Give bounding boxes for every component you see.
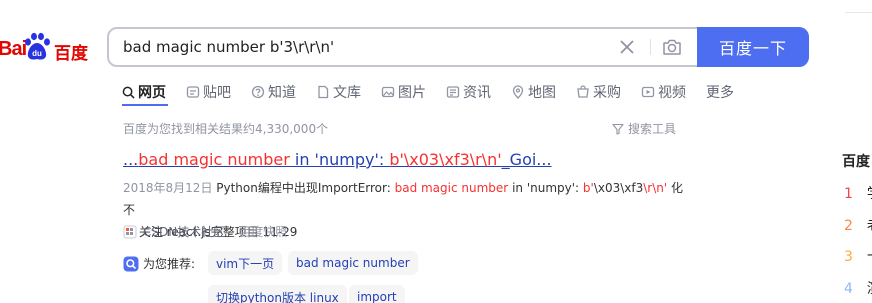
logo-cn-text: 百度 <box>54 44 88 64</box>
title-mid: in 'numpy': <box>289 150 390 169</box>
top-divider <box>845 12 872 13</box>
tab-label: 采购 <box>593 85 621 101</box>
cart-icon <box>577 85 589 98</box>
recommend-text: 为您推荐: <box>143 257 196 271</box>
snapshot-link[interactable]: 百度快照 <box>239 223 287 240</box>
tab-images[interactable]: 图片 <box>381 80 426 104</box>
tab-label: 资讯 <box>463 85 491 101</box>
baidu-logo[interactable]: Bai du 百度 <box>0 30 96 66</box>
image-icon <box>381 86 395 98</box>
recommend-label: 为您推荐: <box>123 255 195 272</box>
tab-webpage[interactable]: 网页 <box>122 80 166 104</box>
tab-more[interactable]: 更多 <box>706 80 734 104</box>
hot-text: 老 <box>867 218 872 234</box>
abstract-highlight: \r\n' <box>643 181 668 195</box>
tab-tieba[interactable]: 贴吧 <box>186 80 231 104</box>
tab-video[interactable]: 视频 <box>641 80 686 104</box>
tab-label: 网页 <box>138 85 166 101</box>
tab-label: 更多 <box>706 85 734 101</box>
recommend-chip[interactable]: 切换python版本 linux <box>208 285 347 303</box>
baidu-results-page: Bai du 百度 百度一下 网页 贴吧 <box>0 0 872 303</box>
search-tabs: 网页 贴吧 知道 文库 图片 资讯 地图 采购 视频 更多 <box>122 80 754 104</box>
tools-label: 搜索工具 <box>628 122 677 136</box>
abstract-text: in 'numpy': <box>508 181 583 195</box>
search-icon <box>122 86 135 99</box>
video-icon <box>641 86 655 98</box>
hot-rank: 4 <box>844 281 853 297</box>
search-tools-button[interactable]: 搜索工具 <box>612 120 676 137</box>
abstract-line-1: 2018年8月12日 Python编程中出现ImportError: bad m… <box>123 177 683 221</box>
document-icon <box>318 85 329 99</box>
tieba-icon <box>186 86 200 98</box>
search-button[interactable]: 百度一下 <box>697 27 809 67</box>
paw-text: du <box>32 49 42 58</box>
paw-icon: du <box>25 32 50 60</box>
tab-purchase[interactable]: 采购 <box>576 80 621 104</box>
news-icon <box>446 86 460 98</box>
result-date: 2018年8月12日 <box>123 181 213 195</box>
hot-list-item[interactable]: 1学 <box>844 183 872 203</box>
hot-rank: 3 <box>844 249 853 265</box>
tab-label: 地图 <box>528 85 556 101</box>
title-suffix: _Goi... <box>501 150 552 169</box>
abstract-text: Python编程中出现ImportError: <box>212 181 395 195</box>
hot-list-item[interactable]: 3十 <box>844 246 872 266</box>
tab-news[interactable]: 资讯 <box>446 80 491 104</box>
tab-label: 文库 <box>333 85 361 101</box>
abstract-highlight: b' <box>582 181 594 195</box>
hot-list-item[interactable]: 2老 <box>844 215 872 235</box>
tab-label: 贴吧 <box>203 85 231 101</box>
camera-icon[interactable] <box>662 38 682 56</box>
question-icon <box>251 85 265 99</box>
hot-text: 学 <box>867 186 872 202</box>
title-highlight: b'\x03\xf3\r\n' <box>389 150 502 169</box>
hot-list-item[interactable]: 4演 <box>844 278 872 298</box>
tab-zhidao[interactable]: 知道 <box>251 80 296 104</box>
search-input[interactable] <box>123 38 593 56</box>
source-name[interactable]: CSDN技术社区 <box>143 223 225 240</box>
result-source: CSDN技术社区 百度快照 <box>123 223 287 240</box>
close-icon[interactable] <box>618 38 636 56</box>
title-prefix: ... <box>123 150 139 169</box>
active-tab-indicator <box>122 104 168 106</box>
recommend-chip[interactable]: bad magic number <box>288 251 418 275</box>
hot-list-title: 百度 <box>842 154 870 170</box>
title-highlight: bad magic number <box>138 150 290 169</box>
result-title-link[interactable]: ...bad magic number in 'numpy': b'\x03\x… <box>123 150 552 169</box>
hot-rank: 2 <box>844 218 853 234</box>
abstract-highlight: bad magic number <box>394 181 509 195</box>
recommend-chip[interactable]: import <box>349 285 405 303</box>
recommend-chip[interactable]: vim下一页 <box>208 251 283 275</box>
csdn-favicon <box>123 225 137 238</box>
abstract-text: \x03\xf3 <box>593 181 644 195</box>
tab-label: 知道 <box>268 85 296 101</box>
hot-text: 十 <box>867 249 872 265</box>
search-bubble-icon <box>123 256 139 271</box>
search-divider <box>650 39 651 55</box>
tab-wenku[interactable]: 文库 <box>316 80 361 104</box>
tab-label: 视频 <box>658 85 686 101</box>
map-icon <box>512 85 524 99</box>
tab-label: 图片 <box>398 85 426 101</box>
filter-icon <box>612 123 624 135</box>
hot-rank: 1 <box>844 186 853 202</box>
result-count: 百度为您找到相关结果约4,330,000个 <box>123 122 329 136</box>
hot-text: 演 <box>867 281 872 297</box>
tab-map[interactable]: 地图 <box>511 80 556 104</box>
